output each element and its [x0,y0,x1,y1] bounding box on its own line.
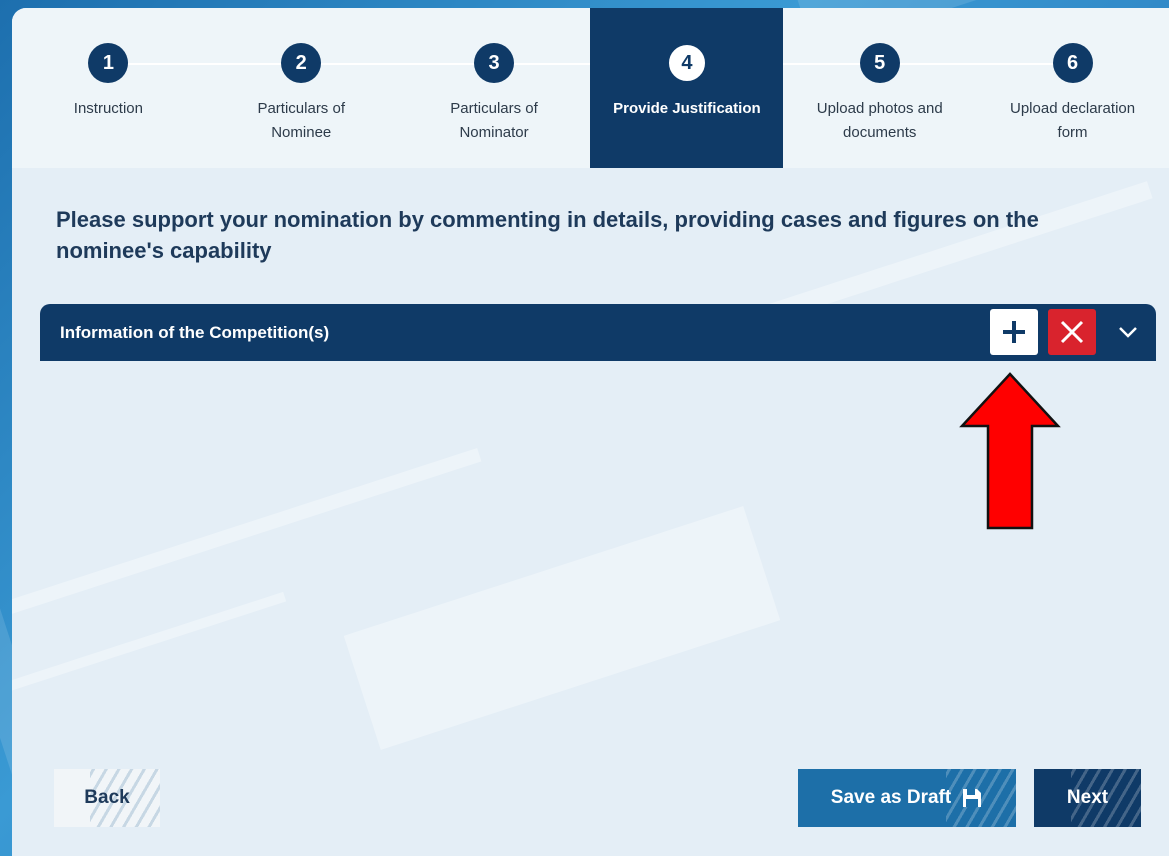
add-entry-button[interactable] [990,309,1038,355]
step-particulars-of-nominee[interactable]: 2 Particulars of Nominee [205,8,398,168]
progress-stepper: 1 Instruction 2 Particulars of Nominee 3… [12,8,1169,168]
step-label: Upload declaration form [1010,100,1136,141]
step-upload-declaration-form[interactable]: 6 Upload declaration form [976,8,1169,168]
form-panel: 1 Instruction 2 Particulars of Nominee 3… [12,8,1169,856]
save-as-draft-button[interactable]: Save as Draft [798,769,1016,827]
plus-icon [1003,321,1025,343]
next-button[interactable]: Next [1034,769,1141,827]
remove-section-button[interactable] [1048,309,1096,355]
step-instruction[interactable]: 1 Instruction [12,8,205,168]
competition-section-header: Information of the Competition(s) [40,304,1156,361]
section-title: Information of the Competition(s) [60,323,330,342]
step-label: Provide Justification [613,100,761,117]
close-icon [1060,320,1084,344]
panel-stripe [343,506,781,750]
step-label: Instruction [73,100,143,117]
step-number-badge: 6 [1052,43,1093,83]
instruction-text: Please support your nomination by commen… [56,207,1039,263]
step-upload-photos-and-documents[interactable]: 5 Upload photos and documents [783,8,976,168]
step-label: Upload photos and documents [816,100,943,141]
step-number-badge: 5 [859,43,900,83]
step-number-badge: 3 [474,43,515,83]
step-label: Particulars of Nominator [450,100,538,141]
back-button-label: Back [84,787,130,808]
panel-stripe [12,447,482,623]
chevron-down-icon [1119,327,1137,338]
save-as-draft-label: Save as Draft [830,787,952,808]
next-button-label: Next [1066,787,1109,808]
panel-stripe [12,591,287,695]
step-particulars-of-nominator[interactable]: 3 Particulars of Nominator [398,8,591,168]
step-number-badge: 2 [281,43,322,83]
floppy-disk-icon [963,789,982,807]
back-button[interactable]: Back [54,769,160,827]
step-number-badge: 1 [88,43,129,83]
step-provide-justification[interactable]: 4 Provide Justification [590,8,784,168]
step-label: Particulars of Nominee [257,100,345,141]
collapse-section-button[interactable] [1106,309,1150,355]
up-arrow-icon [959,372,1061,530]
step-number-badge: 4 [666,43,707,83]
